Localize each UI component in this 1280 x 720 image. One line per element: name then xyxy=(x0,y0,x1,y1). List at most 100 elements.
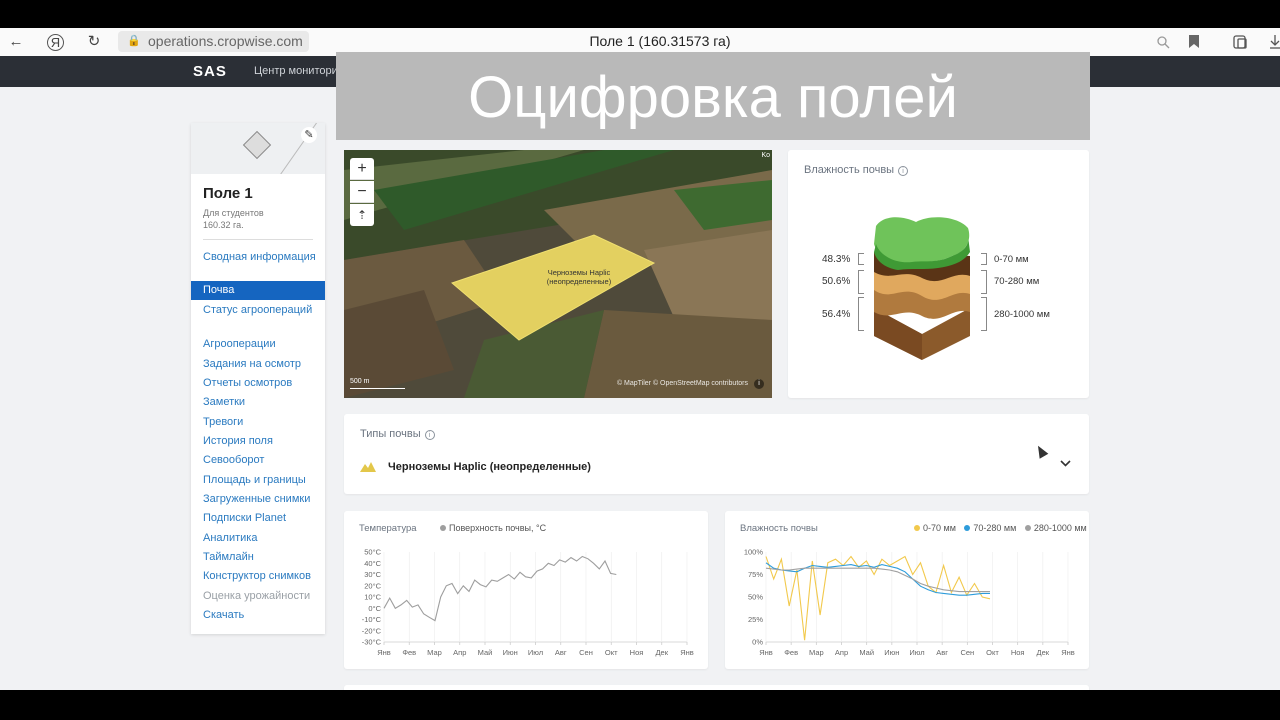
moisture-layer-2-percent: 50.6% xyxy=(822,276,851,287)
moisture-layer-1-depth: 0-70 мм xyxy=(994,254,1029,265)
sidebar-item-inspection-reports[interactable]: Отчеты осмотров xyxy=(191,376,325,390)
field-area: 160.32 га. xyxy=(203,220,244,230)
y-tick-label: -20°C xyxy=(362,626,382,635)
x-tick-label: Июн xyxy=(884,648,899,657)
map-scale: 500 m xyxy=(350,378,370,385)
map-field-label: Черноземы Haplic (неопределенные) xyxy=(546,268,612,286)
x-tick-label: Май xyxy=(478,648,493,657)
sidebar-item-download[interactable]: Скачать xyxy=(191,608,325,622)
download-icon[interactable] xyxy=(1270,34,1280,50)
x-tick-label: Фев xyxy=(402,648,416,657)
x-tick-label: Июл xyxy=(909,648,924,657)
x-tick-label: Июл xyxy=(528,648,543,657)
soil-type-icon xyxy=(360,462,376,472)
series-line-1 xyxy=(383,555,617,622)
moisture-layer-1-percent: 48.3% xyxy=(822,254,851,265)
x-tick-label: Авг xyxy=(936,648,948,657)
sidebar-item-uploaded-images[interactable]: Загруженные снимки xyxy=(191,492,325,506)
bracket-right-2 xyxy=(981,270,987,294)
sidebar-item-image-builder[interactable]: Конструктор снимков xyxy=(191,569,325,583)
temperature-chart-card: Температура Поверхность почвы, °C 50°C 40… xyxy=(344,511,708,669)
temperature-chart[interactable]: 50°C40°C30°C20°C10°C0°C-10°C-20°C-30°CЯн… xyxy=(344,511,708,669)
screen-bottom-border xyxy=(0,690,1280,720)
chevron-down-icon[interactable] xyxy=(1060,458,1071,470)
y-tick-label: 50°C xyxy=(364,548,381,557)
series-line-3 xyxy=(765,567,990,593)
sidebar-item-alerts[interactable]: Тревоги xyxy=(191,415,325,429)
info-icon[interactable]: i xyxy=(424,430,435,440)
app-logo[interactable]: SAS xyxy=(193,63,227,80)
soil-types-card[interactable]: Типы почвы i Черноземы Haplic (неопределе… xyxy=(344,414,1089,494)
x-tick-label: Дек xyxy=(1037,648,1050,657)
sidebar-item-field-history[interactable]: История поля xyxy=(191,434,325,448)
bookmark-icon[interactable] xyxy=(1188,34,1200,49)
x-tick-label: Апр xyxy=(453,648,466,657)
search-icon[interactable] xyxy=(1156,35,1170,49)
y-tick-label: 10°C xyxy=(364,593,381,602)
app-nav-monitoring[interactable]: Центр монитори xyxy=(254,65,338,77)
sidebar-item-inspection-tasks[interactable]: Задания на осмотр xyxy=(191,357,325,371)
field-map[interactable]: Черноземы Haplic (неопределенные) + − ⇡ … xyxy=(344,150,772,398)
x-tick-label: Сен xyxy=(579,648,593,657)
x-tick-label: Май xyxy=(859,648,874,657)
x-tick-label: Окт xyxy=(605,648,618,657)
moisture-layer-3-percent: 56.4% xyxy=(822,309,851,320)
field-group: Для студентов xyxy=(203,208,264,218)
zoom-in-button[interactable]: + xyxy=(350,158,374,180)
x-tick-label: Дек xyxy=(655,648,668,657)
x-tick-label: Мар xyxy=(809,648,824,657)
y-tick-label: 30°C xyxy=(364,570,381,579)
field-name: Поле 1 xyxy=(203,185,253,202)
sidebar-item-planet-subscriptions[interactable]: Подписки Planet xyxy=(191,511,325,525)
sidebar-item-yield-estimate: Оценка урожайности xyxy=(203,590,311,602)
compass-button[interactable]: ⇡ xyxy=(350,204,374,226)
bracket-right-3 xyxy=(981,297,987,331)
sidebar-item-area-boundaries[interactable]: Площадь и границы xyxy=(191,473,325,487)
zoom-out-button[interactable]: − xyxy=(350,181,374,203)
sidebar-item-notes[interactable]: Заметки xyxy=(191,395,325,409)
map-corner-text: Ko xyxy=(761,152,770,159)
x-tick-label: Ноя xyxy=(630,648,644,657)
map-attribution[interactable]: © MapTiler © OpenStreetMap contributors xyxy=(617,380,748,387)
soil-type-value: Черноземы Haplic (неопределенные) xyxy=(388,461,591,473)
field-info: Для студентов 160.32 га. xyxy=(203,207,264,231)
edit-pencil-icon[interactable]: ✎ xyxy=(301,127,317,143)
sidebar-item-crop-rotation[interactable]: Севооборот xyxy=(191,453,325,467)
soil-layers-illustration xyxy=(874,217,970,360)
y-tick-label: 0°C xyxy=(368,604,381,613)
x-tick-label: Мар xyxy=(427,648,442,657)
x-tick-label: Ноя xyxy=(1011,648,1025,657)
sidebar-item-timeline[interactable]: Таймлайн xyxy=(191,550,325,564)
y-tick-label: 20°C xyxy=(364,581,381,590)
page-title: Поле 1 (160.31573 га) xyxy=(589,33,731,49)
sidebar-item-analytics[interactable]: Аналитика xyxy=(191,531,325,545)
map-info-icon[interactable]: i xyxy=(754,379,764,389)
soil-moisture-title: Влажность почвы i xyxy=(804,164,909,176)
y-tick-label: 75% xyxy=(748,570,763,579)
x-tick-label: Сен xyxy=(960,648,974,657)
bracket-left-3 xyxy=(858,297,864,331)
x-tick-label: Янв xyxy=(759,648,773,657)
sidebar-item-agro-operations[interactable]: Агрооперации xyxy=(191,337,325,351)
sidebar-item-agro-status[interactable]: Статус агроопераций xyxy=(191,303,325,317)
sidebar-item-summary[interactable]: Сводная информация xyxy=(191,250,325,264)
info-icon[interactable]: i xyxy=(898,166,909,176)
moisture-layer-3-depth: 280-1000 мм xyxy=(994,309,1050,320)
x-tick-label: Янв xyxy=(377,648,391,657)
moisture-chart[interactable]: 100%75%50%25%0%Янв Фев Мар Апр Май Июн Июл Авг С… xyxy=(725,511,1089,669)
extensions-icon[interactable] xyxy=(1232,34,1248,50)
moisture-layer-2-depth: 70-280 мм xyxy=(994,276,1040,287)
x-tick-label: Янв xyxy=(1061,648,1075,657)
x-tick-label: Окт xyxy=(986,648,999,657)
x-tick-label: Июн xyxy=(503,648,518,657)
y-tick-label: 40°C xyxy=(364,559,381,568)
x-tick-label: Авг xyxy=(555,648,567,657)
sidebar-item-soil[interactable]: Почва xyxy=(191,281,325,300)
field-shape-preview xyxy=(242,130,272,160)
field-thumbnail: ✎ xyxy=(191,123,325,174)
field-sidebar: ✎ Поле 1 Для студентов 160.32 га. Сводна… xyxy=(191,123,325,634)
y-tick-label: 25% xyxy=(748,615,763,624)
video-overlay-title: Оцифровка полей xyxy=(336,52,1090,140)
x-tick-label: Апр xyxy=(835,648,848,657)
soil-moisture-card: Влажность почвы i 48.3% 50.6% 56.4% 0-70 … xyxy=(788,150,1089,398)
